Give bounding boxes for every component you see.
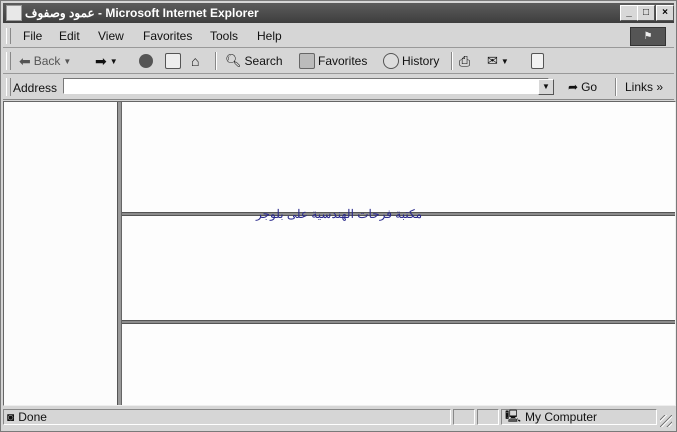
windows-flag-icon: ⚑ (643, 31, 653, 42)
search-button-label: Search (244, 54, 283, 68)
windows-logo-throbber: ⚑ (630, 27, 666, 46)
go-button-label: Go (581, 80, 598, 94)
forward-arrow-icon: ➡ (95, 52, 107, 69)
chevron-down-icon: ▼ (542, 82, 550, 91)
home-icon: ⌂ (191, 53, 200, 69)
refresh-button[interactable] (165, 53, 181, 69)
history-button[interactable]: History (383, 53, 439, 69)
menu-bar: File Edit View Favorites Tools Help ⚑ (3, 25, 674, 48)
status-panel-empty (453, 409, 475, 425)
page-done-icon: ◙ (7, 410, 15, 424)
menu-grip-handle[interactable] (6, 28, 11, 44)
standard-toolbar: ⬅ Back ▼ ➡ ▼ ⌂ 🔍︎ Search Favorites Histo… (3, 49, 674, 74)
middle-row-frame[interactable] (122, 216, 675, 320)
menu-favorites[interactable]: Favorites (143, 29, 192, 43)
status-panel-empty (477, 409, 499, 425)
forward-button[interactable]: ➡ ▼ (95, 53, 118, 69)
browser-window: عمود وصفوف - Microsoft Internet Explorer… (0, 0, 677, 432)
forward-dropdown-icon[interactable]: ▼ (110, 57, 118, 66)
refresh-icon (165, 53, 181, 69)
address-separator (615, 78, 617, 96)
title-bar[interactable]: عمود وصفوف - Microsoft Internet Explorer… (3, 3, 674, 23)
security-zone-panel: 🖳︎ My Computer (501, 409, 657, 425)
address-label: Address (13, 81, 58, 95)
address-dropdown-button[interactable]: ▼ (538, 79, 554, 95)
print-button[interactable]: ⎙ (459, 53, 470, 69)
address-input[interactable] (63, 78, 549, 94)
mail-button[interactable]: ✉ ▼ (487, 53, 509, 69)
window-title: عمود وصفوف - Microsoft Internet Explorer (25, 6, 259, 20)
close-button[interactable]: × (656, 5, 674, 21)
toolbar-grip-handle[interactable] (6, 52, 11, 70)
status-text: Done (18, 410, 47, 424)
history-icon (383, 53, 399, 69)
security-zone-label: My Computer (525, 410, 598, 424)
edit-page-button[interactable] (531, 53, 544, 69)
address-grip-handle[interactable] (6, 78, 11, 96)
menu-file[interactable]: File (23, 29, 42, 43)
maximize-button[interactable]: □ (637, 5, 655, 21)
address-bar: Address ▼ ➦ Go Links » (3, 75, 674, 100)
menu-help[interactable]: Help (257, 29, 282, 43)
history-button-label: History (402, 54, 440, 68)
toolbar-separator (215, 52, 217, 70)
stop-icon (139, 54, 153, 68)
favorites-button-label: Favorites (318, 54, 368, 68)
search-button[interactable]: 🔍︎ Search (225, 53, 283, 69)
links-toolbar-button[interactable]: Links » (625, 80, 663, 94)
mail-dropdown-icon[interactable]: ▼ (501, 57, 509, 66)
favorites-folder-icon (299, 53, 315, 69)
menu-view[interactable]: View (98, 29, 124, 43)
window-title-arabic: عمود وصفوف (25, 6, 95, 20)
page-content-frameset: مكتبة فرحات الهندسية على بلوجر (3, 101, 676, 406)
edit-document-icon (531, 53, 544, 69)
top-row-frame[interactable] (122, 102, 675, 212)
back-button-label: Back (33, 54, 61, 68)
ie-page-icon (6, 5, 22, 21)
status-bar: ◙ Done 🖳︎ My Computer (3, 407, 674, 429)
stop-button[interactable] (139, 53, 153, 69)
bottom-row-frame[interactable] (122, 324, 675, 405)
watermark-text: مكتبة فرحات الهندسية على بلوجر (256, 207, 423, 221)
back-arrow-icon: ⬅ (19, 52, 31, 69)
resize-grip-handle[interactable] (660, 415, 672, 427)
toolbar-separator (451, 52, 453, 70)
search-icon: 🔍︎ (225, 53, 242, 68)
back-dropdown-icon[interactable]: ▼ (63, 57, 71, 66)
home-button[interactable]: ⌂ (191, 53, 199, 69)
back-button[interactable]: ⬅ Back ▼ (19, 53, 71, 69)
status-text-panel: ◙ Done (3, 409, 451, 425)
go-arrow-icon: ➦ (568, 80, 579, 94)
window-title-app: - Microsoft Internet Explorer (94, 6, 259, 20)
menu-tools[interactable]: Tools (210, 29, 238, 43)
my-computer-icon: 🖳︎ (505, 408, 522, 423)
go-button[interactable]: ➦ Go (568, 80, 597, 94)
menu-edit[interactable]: Edit (59, 29, 80, 43)
mail-icon: ✉ (487, 53, 498, 68)
minimize-button[interactable]: _ (620, 5, 638, 21)
links-label: Links (625, 80, 654, 94)
left-column-frame[interactable] (4, 102, 117, 405)
favorites-button[interactable]: Favorites (299, 53, 367, 69)
links-chevron-icon: » (656, 80, 664, 94)
print-icon: ⎙ (459, 52, 471, 69)
